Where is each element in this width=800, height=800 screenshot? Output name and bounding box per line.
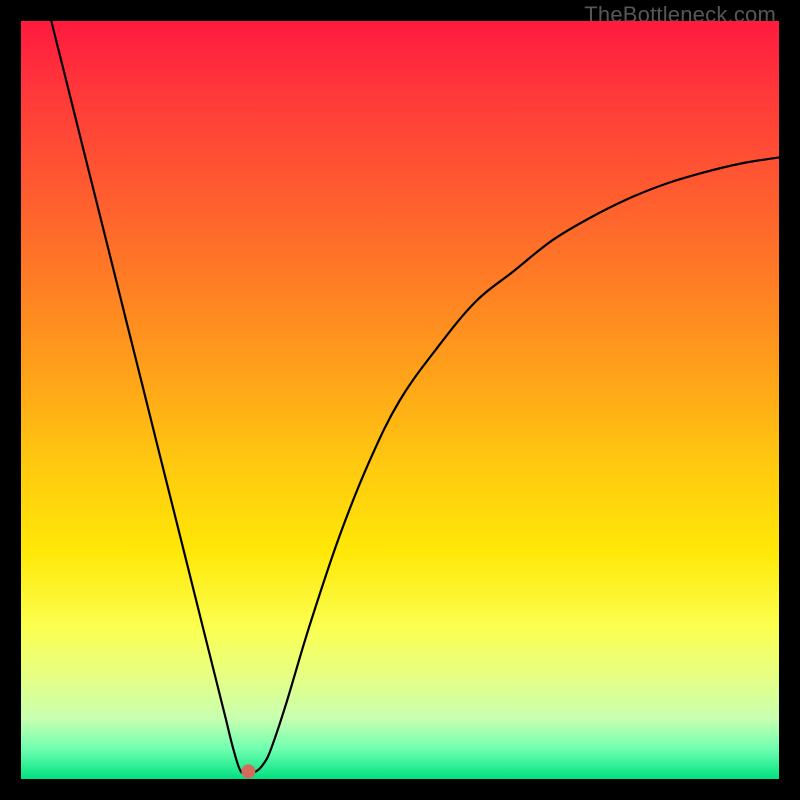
plot-svg <box>21 21 779 779</box>
optimum-marker <box>241 764 255 778</box>
bottleneck-curve <box>51 21 779 773</box>
plot-frame <box>21 21 779 779</box>
